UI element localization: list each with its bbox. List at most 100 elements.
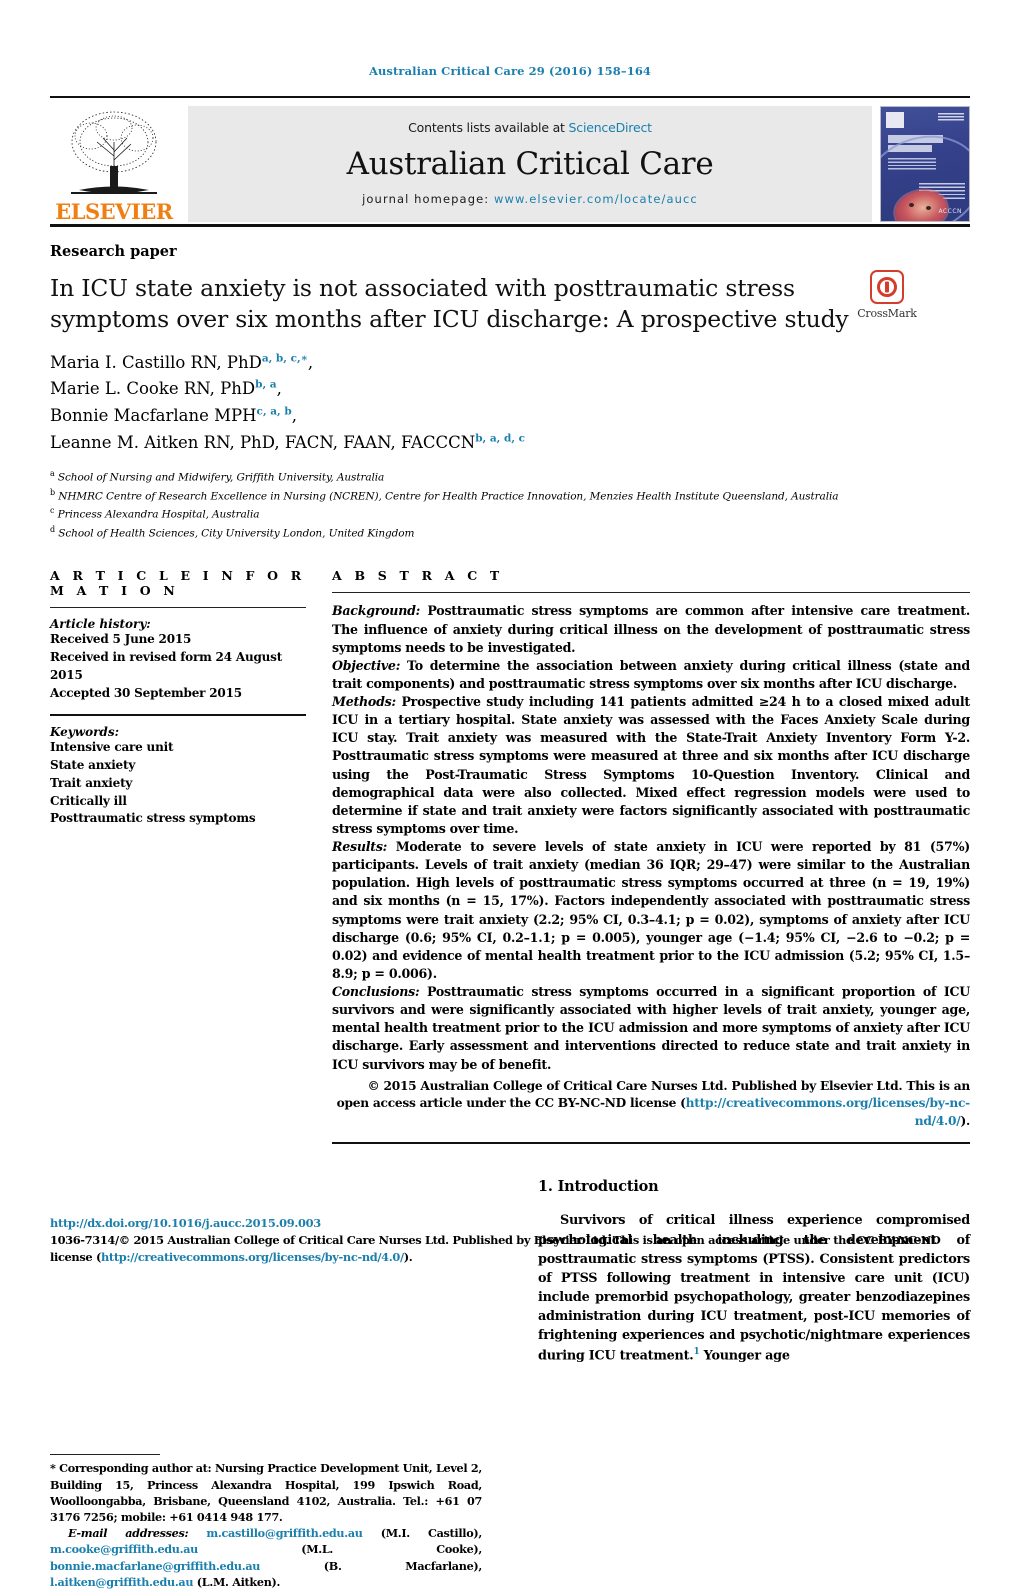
cover-photo-eye-right <box>926 206 931 210</box>
author-name: Leanne M. Aitken RN, PhD, FACN, FAAN, FA… <box>50 432 476 452</box>
abstract-rule-bottom <box>332 1142 970 1145</box>
journal-title: Australian Critical Care <box>346 145 714 182</box>
corresponding-author-note: * Corresponding author at: Nursing Pract… <box>50 1460 482 1525</box>
issn-copyright-tail: ). <box>403 1250 413 1265</box>
abstract-section: Results: Moderate to severe levels of st… <box>332 838 970 983</box>
author-sep: , <box>276 379 282 399</box>
cover-issue-lines <box>938 113 964 121</box>
abstract-section-text: Prospective study including 141 patients… <box>332 694 970 836</box>
affiliation-item: d School of Health Sciences, City Univer… <box>50 524 970 543</box>
abstract-section-text: Posttraumatic stress symptoms occurred i… <box>332 984 970 1072</box>
affiliation-mark: c <box>50 506 55 516</box>
elsevier-logo: ELSEVIER <box>50 104 178 224</box>
email-owner: (B. Macfarlane), <box>260 1558 483 1573</box>
masthead-center: Contents lists available at ScienceDirec… <box>188 106 872 222</box>
crossmark-bar <box>885 281 889 293</box>
bottom-meta: http://dx.doi.org/10.1016/j.aucc.2015.09… <box>50 1216 970 1266</box>
email-addresses-label: E-mail addresses: <box>68 1526 189 1541</box>
abstract-section: Conclusions: Posttraumatic stress sympto… <box>332 983 970 1074</box>
abstract-section-text: Moderate to severe levels of state anxie… <box>332 839 970 981</box>
cover-brand-label: ACCCN <box>938 208 962 215</box>
keyword-item: Intensive care unit <box>50 740 174 755</box>
abstract-section-text: To determine the association between anx… <box>332 657 970 691</box>
abstract-copyright: © 2015 Australian College of Critical Ca… <box>332 1078 971 1131</box>
introduction-text-b: Younger age <box>699 1347 790 1363</box>
keyword-item: Trait anxiety <box>50 775 133 790</box>
issn-copyright-line: 1036-7314/© 2015 Australian College of C… <box>50 1232 970 1266</box>
license-link[interactable]: http://creativecommons.org/licenses/by-n… <box>686 1096 971 1128</box>
article-type: Research paper <box>50 243 177 260</box>
abstract-rule-top <box>332 592 970 594</box>
history-item: Received in revised form 24 August 2015 <box>50 650 283 682</box>
elsevier-wordmark: ELSEVIER <box>55 199 173 224</box>
info-rule-top <box>50 607 306 609</box>
affiliation-mark: a <box>50 469 55 479</box>
email-addresses-note: E-mail addresses: m.castillo@griffith.ed… <box>50 1525 482 1590</box>
email-link[interactable]: m.castillo@griffith.edu.au <box>206 1526 363 1540</box>
elsevier-tree-icon <box>71 111 157 194</box>
author-name: Marie L. Cooke RN, PhD <box>50 379 256 399</box>
crossmark-label: CrossMark <box>857 307 917 320</box>
author-name: Maria I. Castillo RN, PhD <box>50 352 262 372</box>
article-information-heading: A R T I C L E I N F O R M A T I O N <box>50 568 306 599</box>
contents-available-line: Contents lists available at ScienceDirec… <box>408 120 652 135</box>
section-heading-introduction: 1. Introduction <box>538 1178 659 1196</box>
author-list: Maria I. Castillo RN, PhDa, b, c,∗, Mari… <box>50 350 970 457</box>
author-sep: , <box>291 405 297 425</box>
keyword-item: Critically ill <box>50 793 127 808</box>
abstract-section-label: Methods: <box>332 694 396 709</box>
author-entry: Leanne M. Aitken RN, PhD, FACN, FAAN, FA… <box>50 430 970 457</box>
keyword-item: Posttraumatic stress symptoms <box>50 811 256 826</box>
affiliation-text: School of Health Sciences, City Universi… <box>58 527 415 540</box>
contents-prefix: Contents lists available at <box>408 120 569 135</box>
journal-masthead: ELSEVIER Contents lists available at Sci… <box>50 98 970 224</box>
masthead-bottom-rule <box>50 224 970 227</box>
abstract-heading: A B S T R A C T <box>332 568 504 584</box>
title-row: In ICU state anxiety is not associated w… <box>50 260 970 336</box>
journal-homepage-link[interactable]: www.elsevier.com/locate/aucc <box>494 192 698 206</box>
author-affil-marks[interactable]: b, a <box>255 379 276 391</box>
crossmark-badge[interactable]: CrossMark <box>850 270 924 320</box>
affiliation-mark: d <box>50 524 56 534</box>
abstract-section: Objective: To determine the association … <box>332 657 970 693</box>
author-affil-marks[interactable]: a, b, c,∗ <box>262 352 308 364</box>
affiliation-mark: b <box>50 487 56 497</box>
history-item: Accepted 30 September 2015 <box>50 685 242 700</box>
author-entry: Maria I. Castillo RN, PhDa, b, c,∗, <box>50 350 970 377</box>
history-item: Received 5 June 2015 <box>50 632 192 647</box>
email-link[interactable]: l.aitken@griffith.edu.au <box>50 1575 194 1589</box>
affiliation-text: School of Nursing and Midwifery, Griffit… <box>57 471 385 484</box>
email-link[interactable]: bonnie.macfarlane@griffith.edu.au <box>50 1559 260 1573</box>
abstract-section-label: Objective: <box>332 657 401 673</box>
email-link[interactable]: m.cooke@griffith.edu.au <box>50 1542 198 1556</box>
author-entry: Bonnie Macfarlane MPHc, a, b, <box>50 403 970 430</box>
affiliation-item: a School of Nursing and Midwifery, Griff… <box>50 468 970 487</box>
keywords-label: Keywords: <box>50 725 120 740</box>
author-affil-marks[interactable]: b, a, d, c <box>475 432 525 444</box>
license-link-bottom[interactable]: http://creativecommons.org/licenses/by-n… <box>101 1250 404 1264</box>
info-abstract-block: A R T I C L E I N F O R M A T I O N Arti… <box>50 568 971 1145</box>
article-history-label: Article history: <box>50 617 151 632</box>
info-rule-mid <box>50 714 306 717</box>
abstract-section-label: Conclusions: <box>332 984 420 999</box>
email-owner: (M.I. Castillo), <box>362 1526 483 1541</box>
email-owner: (L.M. Aitken). <box>193 1574 281 1589</box>
article-information-column: A R T I C L E I N F O R M A T I O N Arti… <box>50 568 332 1144</box>
doi-link[interactable]: http://dx.doi.org/10.1016/j.aucc.2015.09… <box>50 1216 970 1230</box>
journal-cover-thumbnail: ACCCN <box>880 106 970 222</box>
abstract-section: Background: Posttraumatic stress symptom… <box>332 602 970 656</box>
abstract-section-text: Posttraumatic stress symptoms are common… <box>332 603 970 655</box>
sciencedirect-link[interactable]: ScienceDirect <box>569 120 652 135</box>
affiliation-item: c Princess Alexandra Hospital, Australia <box>50 505 970 524</box>
cover-logo-block <box>886 112 904 128</box>
page-title: In ICU state anxiety is not associated w… <box>50 274 849 334</box>
copyright-tail: ). <box>960 1113 970 1128</box>
affiliation-text: Princess Alexandra Hospital, Australia <box>57 508 260 521</box>
author-affil-marks[interactable]: c, a, b <box>257 405 292 417</box>
abstract-section: Methods: Prospective study including 141… <box>332 693 970 838</box>
affiliation-item: b NHMRC Centre of Research Excellence in… <box>50 487 970 506</box>
crossmark-icon <box>870 270 904 304</box>
homepage-prefix: journal homepage: <box>362 192 495 206</box>
footnote-rule <box>50 1454 160 1456</box>
corresponding-author-text: * Corresponding author at: Nursing Pract… <box>50 1461 482 1525</box>
